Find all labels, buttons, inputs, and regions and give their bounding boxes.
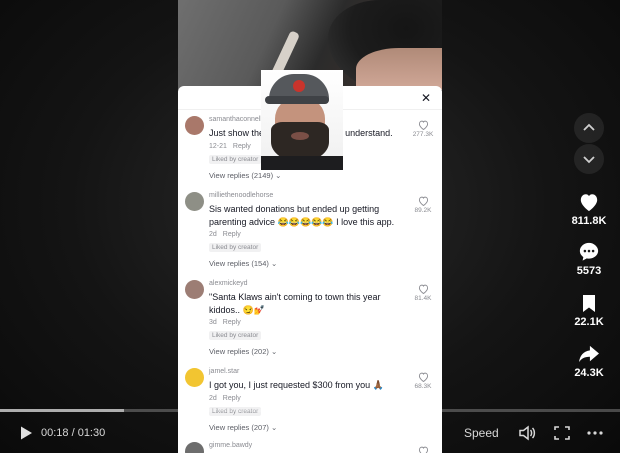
reply-button[interactable]: Reply xyxy=(223,319,241,326)
save-action[interactable]: 22.1K xyxy=(566,294,612,328)
like-count: 811.8K xyxy=(571,215,607,227)
comment-meta: 2d Reply xyxy=(209,395,241,402)
chevron-down-icon xyxy=(583,156,595,164)
heart-outline-icon[interactable] xyxy=(418,372,429,382)
comment-meta: 3d Reply xyxy=(209,319,241,326)
speed-button[interactable]: Speed xyxy=(464,426,499,440)
save-count: 22.1K xyxy=(574,316,604,328)
like-count: 89.2K xyxy=(414,207,432,214)
view-replies-label: View replies (202) xyxy=(209,347,269,356)
view-replies-button[interactable]: View replies (154) ⌄ xyxy=(209,259,277,268)
previous-video-button[interactable] xyxy=(574,113,604,143)
comment-text: Sis wanted donations but ended up gettin… xyxy=(209,204,395,227)
close-icon[interactable]: ✕ xyxy=(419,91,433,105)
chevron-down-icon: ⌄ xyxy=(270,347,278,356)
share-icon[interactable] xyxy=(578,344,600,364)
comment-username[interactable]: samanthaconnelly xyxy=(209,116,265,123)
comment-count: 5573 xyxy=(576,265,602,277)
webcam-mouth-shape xyxy=(291,132,309,140)
creator-webcam-overlay xyxy=(261,70,343,170)
comment-like[interactable]: 68.3K xyxy=(410,372,436,390)
comment-icon[interactable] xyxy=(578,241,600,262)
liked-by-creator-badge: Liked by creator xyxy=(209,155,262,164)
bookmark-icon[interactable] xyxy=(581,294,597,313)
avatar[interactable] xyxy=(185,368,204,387)
volume-icon[interactable] xyxy=(518,425,536,441)
heart-outline-icon[interactable] xyxy=(418,284,429,294)
comment-action[interactable]: 5573 xyxy=(566,241,612,277)
comment-date: 2d xyxy=(209,231,217,238)
fullscreen-icon[interactable] xyxy=(553,425,571,441)
comment-date: 2d xyxy=(209,395,217,402)
comment-username[interactable]: milliethenoodlehorse xyxy=(209,192,273,199)
comment-username[interactable]: jamel.star xyxy=(209,368,239,375)
avatar[interactable] xyxy=(185,116,204,135)
comment-like[interactable]: 277.3K xyxy=(410,120,436,138)
reply-button[interactable]: Reply xyxy=(233,143,251,150)
heart-icon[interactable] xyxy=(578,192,600,212)
progress-bar[interactable] xyxy=(0,409,620,412)
view-replies-button[interactable]: View replies (202) ⌄ xyxy=(209,347,277,356)
webcam-cap-brim xyxy=(265,96,329,104)
heart-outline-icon[interactable] xyxy=(418,196,429,206)
view-replies-button[interactable]: View replies (2149) ⌄ xyxy=(209,171,281,180)
reply-button[interactable]: Reply xyxy=(223,231,241,238)
like-action[interactable]: 811.8K xyxy=(566,192,612,227)
view-replies-label: View replies (2149) xyxy=(209,171,274,180)
video-face-shape xyxy=(356,48,442,90)
chevron-down-icon: ⌄ xyxy=(275,171,282,180)
avatar[interactable] xyxy=(185,192,204,211)
comment-item: milliethenoodlehorse Sis wanted donation… xyxy=(178,192,442,280)
chevron-up-icon xyxy=(583,123,595,131)
liked-by-creator-badge: Liked by creator xyxy=(209,331,262,340)
avatar[interactable] xyxy=(185,280,204,299)
progress-fill xyxy=(0,409,124,412)
liked-by-creator-badge: Liked by creator xyxy=(209,243,262,252)
comment-like[interactable]: 81.4K xyxy=(410,284,436,302)
share-count: 24.3K xyxy=(574,367,604,379)
comment-date: 12-21 xyxy=(209,143,227,150)
reply-button[interactable]: Reply xyxy=(223,395,241,402)
like-count: 81.4K xyxy=(414,295,432,302)
time-display: 00:18 / 01:30 xyxy=(41,427,106,439)
next-video-button[interactable] xyxy=(574,144,604,174)
view-replies-label: View replies (154) xyxy=(209,259,269,268)
heart-outline-icon[interactable] xyxy=(418,120,429,130)
player-controls: 00:18 / 01:30 Speed xyxy=(0,418,620,448)
comment-text: "Santa Klaws ain't coming to town this y… xyxy=(209,292,381,315)
share-action[interactable]: 24.3K xyxy=(566,344,612,379)
comment-date: 3d xyxy=(209,319,217,326)
webcam-shirt-shape xyxy=(261,156,343,170)
chevron-down-icon: ⌄ xyxy=(270,259,278,268)
play-icon[interactable] xyxy=(18,425,34,441)
more-icon[interactable] xyxy=(586,425,604,441)
webcam-cap-logo xyxy=(293,80,305,92)
comment-username[interactable]: alexmickeyd xyxy=(209,280,248,287)
like-count: 68.3K xyxy=(414,383,432,390)
comment-text: I got you, I just requested $300 from yo… xyxy=(209,380,384,390)
comment-meta: 12-21 Reply xyxy=(209,143,251,150)
comment-item: alexmickeyd "Santa Klaws ain't coming to… xyxy=(178,280,442,368)
like-count: 277.3K xyxy=(412,131,434,138)
comment-like[interactable]: 89.2K xyxy=(410,196,436,214)
comment-meta: 2d Reply xyxy=(209,231,241,238)
